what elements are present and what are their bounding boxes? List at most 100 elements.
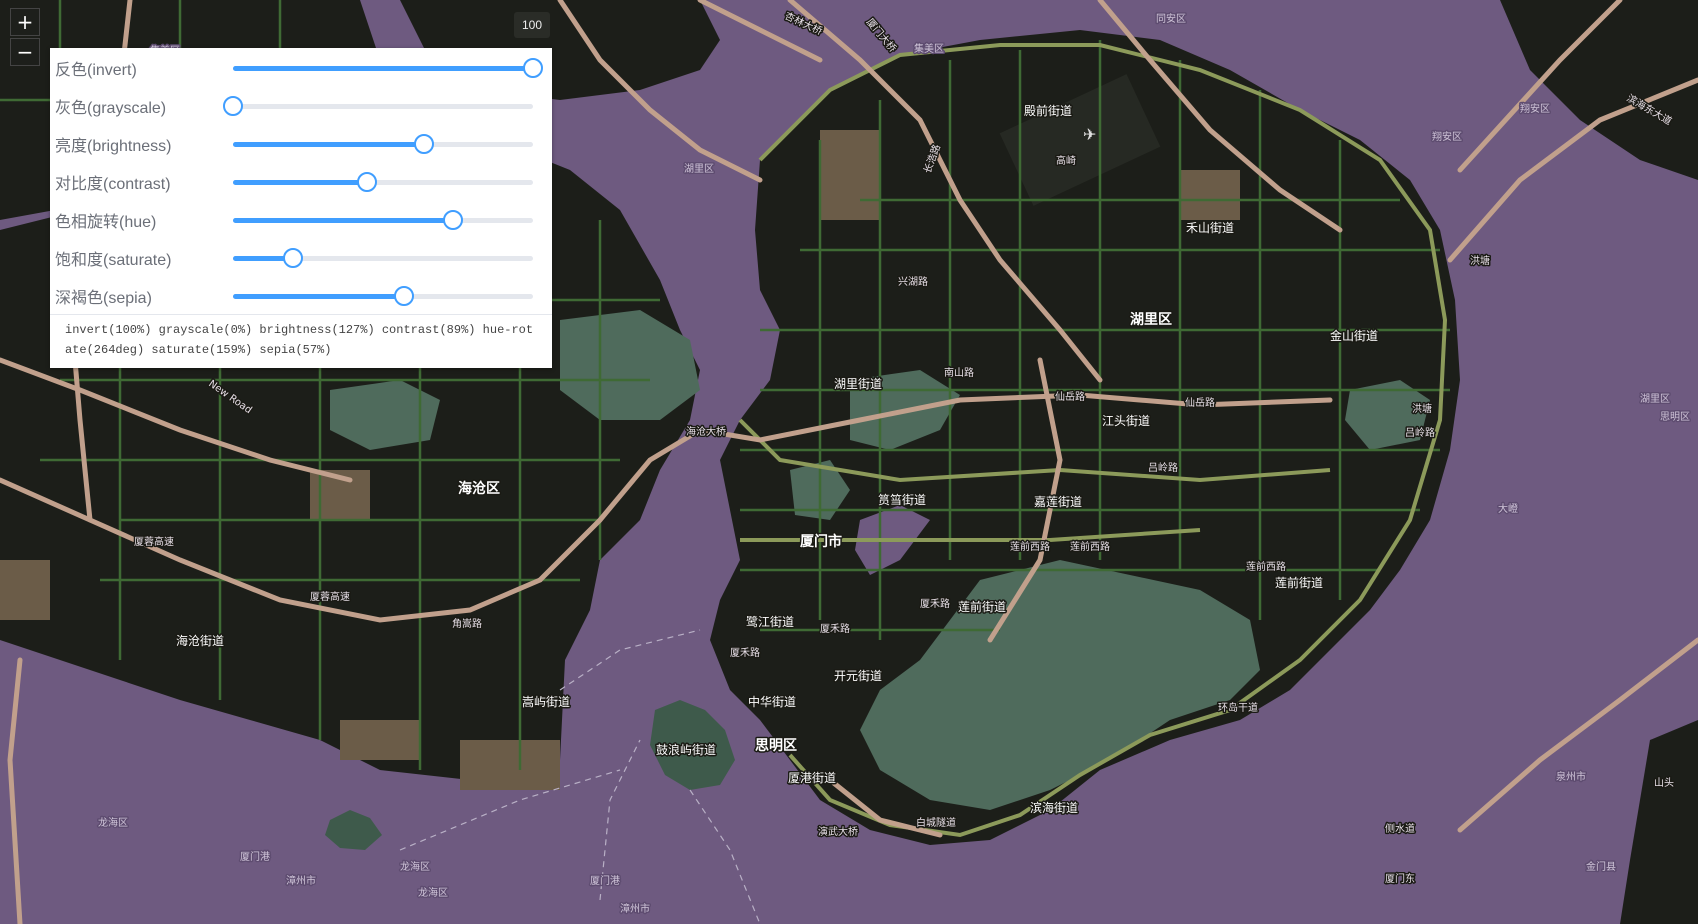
- slider-label-grayscale: 灰色(grayscale): [55, 100, 167, 117]
- map-label-xiarong: 厦蓉高速: [134, 535, 174, 548]
- map-label-gulangyu: 鼓浪屿街道: [656, 742, 716, 757]
- map-label-jiaosong: 角嵩路: [452, 617, 482, 630]
- map-label-dianqian: 殿前街道: [1024, 103, 1072, 118]
- slider-thumb-contrast[interactable]: [356, 172, 377, 192]
- map-label-siming-district: 思明区: [755, 738, 797, 754]
- slider-label-invert: 反色(invert): [55, 62, 137, 79]
- map-label-zhangzhou2: 漳州市: [620, 902, 650, 915]
- map-label-haicang-st: 海沧街道: [176, 633, 224, 648]
- slider-invert[interactable]: [233, 58, 543, 78]
- map-label-dongkeng: 山头: [1654, 777, 1674, 789]
- map-label-lvling: 吕岭路: [1405, 426, 1435, 439]
- map-label-xiamen-harbor2: 厦门港: [590, 874, 620, 887]
- map-label-jiangtou: 江头街道: [1102, 414, 1150, 428]
- map-label-xiarong2: 厦蓉高速: [310, 590, 350, 603]
- map-label-xinghu: 兴湖路: [898, 275, 928, 288]
- slider-contrast[interactable]: [233, 172, 533, 192]
- panel-divider: [50, 314, 552, 315]
- slider-grayscale[interactable]: [223, 96, 533, 116]
- map-label-daxi: 大嶝: [1498, 502, 1518, 515]
- slider-thumb-saturate[interactable]: [282, 248, 303, 268]
- map-label-huli-st: 莲前街道: [958, 599, 1006, 614]
- map-label-zhangzhou: 漳州市: [286, 874, 316, 887]
- slider-row-brightness: 亮度(brightness): [50, 124, 552, 162]
- slider-label-brightness: 亮度(brightness): [55, 138, 172, 155]
- map-label-huandao: 环岛干道: [1218, 701, 1258, 714]
- map-label-xiamen-harbor: 厦门港: [240, 850, 270, 863]
- map-label-haicang-district: 海沧区: [458, 480, 500, 497]
- slider-fill: [233, 180, 367, 185]
- map-label-heshan: 禾山街道: [1186, 221, 1234, 235]
- slider-fill: [233, 66, 533, 71]
- airport-icon: ✈: [1083, 125, 1096, 144]
- slider-fill: [233, 218, 453, 223]
- slider-sepia[interactable]: [233, 286, 533, 306]
- map-label-kaiyuan: 开元街道: [834, 669, 882, 683]
- map-label-hongtang: 洪塘: [1412, 402, 1432, 415]
- industrial-block: [1180, 170, 1240, 220]
- map-label-siming-east: 思明区: [1660, 411, 1690, 423]
- slider-thumb-sepia[interactable]: [394, 286, 414, 306]
- map-label-jimei2: 集美区: [914, 42, 944, 55]
- slider-label-contrast: 对比度(contrast): [55, 176, 171, 193]
- map-label-jinmen: 金门县: [1586, 860, 1616, 873]
- slider-thumb-invert[interactable]: [523, 58, 543, 78]
- industrial-block: [340, 720, 420, 760]
- map-label-xiahe: 厦禾路: [820, 622, 850, 635]
- map-label-baicheng: 白城隧道: [916, 816, 956, 829]
- map-label-xiahe3: 厦禾路: [920, 597, 950, 610]
- map-label-zhonghua: 中华街道: [748, 694, 796, 709]
- map-label-huli-district: 湖里区: [1130, 312, 1172, 328]
- map-label-xiangan2: 翔安区: [1432, 130, 1462, 143]
- industrial-block: [460, 740, 560, 790]
- map-label-huli-east: 湖里区: [1640, 393, 1670, 405]
- zoom-in-button[interactable]: +: [10, 8, 40, 36]
- map-label-xiagang: 厦港街道: [788, 771, 836, 785]
- map-label-lujiang: 鹭江街道: [746, 614, 794, 629]
- map-label-nanshan: 南山路: [944, 366, 974, 379]
- slider-label-hue: 色相旋转(hue): [55, 214, 157, 231]
- filter-panel: 反色(invert) 灰色(grayscale) 亮度(brightness) …: [50, 48, 552, 368]
- map-label-huli-st2: 湖里街道: [834, 376, 882, 391]
- map-label-lianqian-rd: 莲前西路: [1010, 540, 1050, 553]
- slider-row-hue: 色相旋转(hue): [50, 200, 552, 238]
- map-label-longhai2: 龙海区: [400, 860, 430, 873]
- map-label-lianqian: 莲前街道: [1275, 575, 1323, 590]
- slider-thumb-brightness[interactable]: [413, 134, 434, 154]
- map-label-haicang-bridge: 海沧大桥: [686, 425, 726, 438]
- map-label-tongan: 同安区: [1156, 12, 1186, 25]
- map-label-jinshan: 金山街道: [1330, 328, 1378, 343]
- slider-row-sepia: 深褐色(sepia): [50, 276, 552, 314]
- map-label-gaoqi: 高崎: [1056, 154, 1076, 167]
- zoom-control: + −: [10, 8, 40, 68]
- slider-label-sepia: 深褐色(sepia): [55, 290, 152, 307]
- zoom-out-button[interactable]: −: [10, 38, 40, 66]
- map-label-yundang: 筼筜街道: [878, 492, 926, 507]
- slider-saturate[interactable]: [233, 248, 533, 268]
- slider-thumb-hue[interactable]: [443, 210, 463, 230]
- map-label-fengwei: 洪塘: [1470, 254, 1490, 267]
- industrial-block: [0, 560, 50, 620]
- map-label-longhai3: 龙海区: [418, 886, 448, 899]
- map-label-huli-west: 湖里区: [684, 163, 714, 175]
- slider-label-saturate: 饱和度(saturate): [55, 252, 172, 269]
- slider-hue[interactable]: [233, 210, 533, 230]
- slider-fill: [233, 294, 404, 299]
- slider-thumb-grayscale[interactable]: [223, 96, 243, 116]
- map-label-cehong: 侧水道: [1385, 822, 1415, 835]
- slider-row-contrast: 对比度(contrast): [50, 162, 552, 200]
- map-label-xiamen-east: 厦门东: [1385, 872, 1415, 885]
- map-label-xianyue2: 仙岳路: [1185, 396, 1215, 409]
- map-label-xianyue: 仙岳路: [1055, 390, 1085, 403]
- map-label-yanwu-bridge: 演武大桥: [818, 825, 858, 838]
- map-label-songyu: 嵩屿街道: [522, 695, 570, 709]
- slider-fill: [233, 142, 424, 147]
- slider-row-grayscale: 灰色(grayscale): [50, 86, 552, 124]
- map-label-binhai: 滨海街道: [1030, 800, 1078, 815]
- slider-row-invert: 反色(invert): [50, 48, 552, 86]
- map-label-jialian: 嘉莲街道: [1034, 495, 1082, 509]
- map-label-lianqian-dong: 莲前西路: [1246, 560, 1286, 573]
- slider-brightness[interactable]: [233, 134, 533, 154]
- map-label-lianqian-rd2: 莲前西路: [1070, 540, 1110, 553]
- slider-row-saturate: 饱和度(saturate): [50, 238, 552, 276]
